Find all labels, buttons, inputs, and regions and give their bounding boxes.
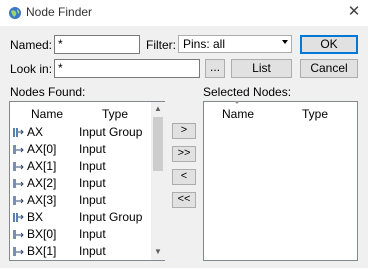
sort-caret-icon (234, 101, 240, 104)
list-item[interactable]: BX Input Group (13, 209, 151, 226)
list-item[interactable]: AX[3] Input (13, 192, 151, 209)
nodes-found-list[interactable]: Name Type AX Input Group AX[0] Input AX[1] In… (9, 101, 165, 261)
column-header-name[interactable]: Name (31, 107, 63, 121)
cancel-button[interactable]: Cancel (300, 59, 358, 78)
input-pin-icon (13, 162, 24, 171)
list-item[interactable]: AX[1] Input (13, 158, 151, 175)
list-item[interactable]: AX Input Group (13, 124, 151, 141)
node-type: Input (79, 227, 106, 241)
remove-all-button[interactable]: << (172, 192, 196, 208)
input-pin-icon (13, 196, 24, 205)
node-name: AX[3] (27, 193, 57, 207)
named-label: Named: (10, 38, 53, 52)
node-name: BX (27, 210, 44, 224)
node-name: BX[1] (27, 244, 57, 258)
close-icon[interactable]: ✕ (346, 3, 362, 21)
list-button[interactable]: List (231, 59, 292, 78)
scrollbar-thumb[interactable] (153, 117, 163, 171)
node-type: Input (79, 176, 106, 190)
column-header-type[interactable]: Type (102, 107, 128, 121)
window-title: Node Finder (26, 5, 93, 19)
scroll-up-icon[interactable]: ▲ (152, 104, 164, 113)
node-type: Input (79, 193, 106, 207)
input-pin-icon (13, 179, 24, 188)
node-type: Input Group (79, 125, 143, 139)
selected-nodes-label: Selected Nodes: (203, 85, 292, 99)
input-pin-icon (13, 230, 24, 239)
list-item[interactable]: AX[2] Input (13, 175, 151, 192)
input-pin-icon (13, 145, 24, 154)
node-name: AX (27, 125, 44, 139)
node-name: AX[1] (27, 159, 57, 173)
add-selected-button[interactable]: > (172, 123, 196, 139)
list-item[interactable]: BX[0] Input (13, 226, 151, 243)
node-type: Input Group (79, 210, 143, 224)
nodes-found-scrollbar[interactable]: ▲ ▼ (151, 102, 165, 260)
nodes-found-label: Nodes Found: (10, 85, 86, 99)
remove-selected-button[interactable]: < (172, 169, 196, 185)
app-globe-icon (9, 7, 21, 19)
column-header-name[interactable]: Name (222, 107, 254, 121)
scroll-down-icon[interactable]: ▼ (152, 247, 164, 256)
node-name: BX[0] (27, 227, 57, 241)
node-type: Input (79, 142, 106, 156)
named-input[interactable]: * (54, 35, 140, 54)
selected-nodes-list[interactable]: Name Type (203, 101, 358, 261)
list-item[interactable]: AX[0] Input (13, 141, 151, 158)
input-pin-icon (13, 247, 24, 256)
input-group-icon (13, 128, 24, 137)
look-in-input[interactable]: * (54, 59, 200, 78)
column-header-type[interactable]: Type (302, 107, 328, 121)
filter-select[interactable]: Pins: all (178, 35, 292, 53)
node-name: AX[0] (27, 142, 57, 156)
add-all-button[interactable]: >> (172, 146, 196, 162)
node-type: Input (79, 159, 106, 173)
list-item[interactable]: BX[1] Input (13, 243, 151, 260)
ok-button[interactable]: OK (300, 35, 358, 54)
chevron-down-icon (282, 40, 288, 44)
filter-label: Filter: (146, 38, 176, 52)
browse-button[interactable]: ... (205, 59, 225, 78)
look-in-label: Look in: (10, 62, 53, 76)
node-name: AX[2] (27, 176, 57, 190)
input-group-icon (13, 213, 24, 222)
node-type: Input (79, 244, 106, 258)
filter-select-value: Pins: all (183, 37, 226, 51)
nodes-found-rows: AX Input Group AX[0] Input AX[1] Input AX[2] In… (13, 124, 151, 260)
